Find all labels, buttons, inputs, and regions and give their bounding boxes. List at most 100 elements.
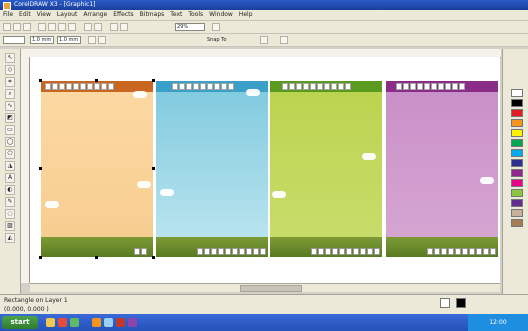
program-icon[interactable] bbox=[116, 318, 125, 327]
color-swatch[interactable] bbox=[511, 199, 523, 207]
color-swatch[interactable] bbox=[511, 119, 523, 127]
cloud-shape bbox=[137, 181, 151, 188]
menu-item-bitmaps[interactable]: Bitmaps bbox=[140, 11, 165, 18]
color-swatch[interactable] bbox=[511, 189, 523, 197]
color-swatch[interactable] bbox=[511, 169, 523, 177]
new-document-button[interactable] bbox=[3, 23, 11, 31]
smart-fill-tool-icon[interactable]: ◩ bbox=[5, 113, 15, 123]
outline-indicator-icon[interactable] bbox=[456, 298, 466, 308]
open-button[interactable] bbox=[13, 23, 21, 31]
copy-button[interactable] bbox=[58, 23, 66, 31]
color-swatch[interactable] bbox=[511, 139, 523, 147]
menu-item-help[interactable]: Help bbox=[239, 11, 253, 18]
menu-item-view[interactable]: View bbox=[37, 11, 51, 18]
color-swatch[interactable] bbox=[511, 129, 523, 137]
menu-bar: File Edit View Layout Arrange Effects Bitmaps T… bbox=[0, 10, 528, 21]
color-swatch[interactable] bbox=[511, 219, 523, 227]
app-icon bbox=[3, 2, 11, 10]
start-button[interactable]: start bbox=[2, 316, 38, 329]
eyedropper-tool-icon[interactable]: ✎ bbox=[5, 197, 15, 207]
design-page-green[interactable] bbox=[270, 81, 382, 257]
cloud-shape bbox=[480, 177, 494, 184]
cloud-shape bbox=[133, 91, 147, 98]
fill-tool-icon[interactable]: ▨ bbox=[5, 221, 15, 231]
color-swatch[interactable] bbox=[511, 89, 523, 97]
coreldraw-task-icon[interactable] bbox=[92, 318, 101, 327]
status-line-1: Rectangle on Layer 1 bbox=[4, 297, 68, 304]
ellipse-tool-icon[interactable]: ◯ bbox=[5, 137, 15, 147]
color-swatch[interactable] bbox=[511, 179, 523, 187]
options-button[interactable] bbox=[260, 36, 268, 44]
folder-icon[interactable] bbox=[46, 318, 55, 327]
text-tool-icon[interactable]: A bbox=[5, 173, 15, 183]
print-button[interactable] bbox=[38, 23, 46, 31]
y-position-field[interactable]: 1.0 mm bbox=[57, 36, 81, 44]
menu-item-text[interactable]: Text bbox=[170, 11, 182, 18]
paper-size-field[interactable] bbox=[3, 36, 25, 44]
menu-item-tools[interactable]: Tools bbox=[188, 11, 203, 18]
standard-toolbar: 29% bbox=[0, 21, 528, 34]
basic-shapes-tool-icon[interactable]: ◮ bbox=[5, 161, 15, 171]
application-launcher-button[interactable] bbox=[212, 23, 220, 31]
selection-handle[interactable] bbox=[95, 256, 98, 259]
cut-button[interactable] bbox=[48, 23, 56, 31]
selection-handle[interactable] bbox=[152, 79, 155, 82]
header-tiles bbox=[172, 83, 234, 90]
undo-button[interactable] bbox=[84, 23, 92, 31]
save-button[interactable] bbox=[23, 23, 31, 31]
design-page-purple[interactable] bbox=[386, 81, 498, 257]
design-page-orange[interactable] bbox=[41, 81, 153, 257]
window-title: CorelDRAW X3 - [Graphic1] bbox=[14, 1, 96, 8]
menu-item-layout[interactable]: Layout bbox=[57, 11, 77, 18]
selection-handle[interactable] bbox=[95, 79, 98, 82]
menu-item-window[interactable]: Window bbox=[209, 11, 233, 18]
zoom-level-field[interactable]: 29% bbox=[175, 23, 205, 31]
interactive-blend-tool-icon[interactable]: ◐ bbox=[5, 185, 15, 195]
selection-handle[interactable] bbox=[152, 167, 155, 170]
x-position-field[interactable]: 1.0 mm bbox=[30, 36, 54, 44]
selection-handle[interactable] bbox=[152, 256, 155, 259]
polygon-tool-icon[interactable]: ⬠ bbox=[5, 149, 15, 159]
shape-tool-icon[interactable]: ◇ bbox=[5, 65, 15, 75]
menu-item-effects[interactable]: Effects bbox=[113, 11, 133, 18]
selection-handle[interactable] bbox=[39, 79, 42, 82]
paste-button[interactable] bbox=[68, 23, 76, 31]
pick-tool-icon[interactable]: ↖ bbox=[5, 53, 15, 63]
freehand-tool-icon[interactable]: ∿ bbox=[5, 101, 15, 111]
color-swatch[interactable] bbox=[511, 99, 523, 107]
portrait-button[interactable] bbox=[88, 36, 96, 44]
nudge-button[interactable] bbox=[280, 36, 288, 44]
interactive-fill-tool-icon[interactable]: ◭ bbox=[5, 233, 15, 243]
header-tiles bbox=[45, 83, 114, 90]
snap-to-label[interactable]: Snap To bbox=[205, 36, 235, 44]
fill-indicator-icon[interactable] bbox=[440, 298, 450, 308]
horizontal-scrollbar[interactable] bbox=[30, 283, 500, 292]
redo-button[interactable] bbox=[94, 23, 102, 31]
landscape-button[interactable] bbox=[98, 36, 106, 44]
browser-icon[interactable] bbox=[104, 318, 113, 327]
program-icon[interactable] bbox=[128, 318, 137, 327]
color-swatch[interactable] bbox=[511, 109, 523, 117]
selection-handle[interactable] bbox=[39, 256, 42, 259]
menu-item-edit[interactable]: Edit bbox=[19, 11, 31, 18]
media-icon[interactable] bbox=[58, 318, 67, 327]
export-button[interactable] bbox=[120, 23, 128, 31]
color-swatch[interactable] bbox=[511, 159, 523, 167]
vertical-ruler[interactable] bbox=[21, 57, 30, 283]
color-swatch[interactable] bbox=[511, 149, 523, 157]
menu-item-arrange[interactable]: Arrange bbox=[83, 11, 107, 18]
color-swatch[interactable] bbox=[511, 209, 523, 217]
selection-handle[interactable] bbox=[39, 167, 42, 170]
zoom-tool-icon[interactable]: ⌕ bbox=[5, 89, 15, 99]
clock: 12:00 bbox=[489, 319, 507, 326]
app-icon[interactable] bbox=[70, 318, 79, 327]
crop-tool-icon[interactable]: ⌗ bbox=[5, 77, 15, 87]
design-page-blue[interactable] bbox=[156, 81, 268, 257]
outline-tool-icon[interactable]: ◌ bbox=[5, 209, 15, 219]
rectangle-tool-icon[interactable]: ▭ bbox=[5, 125, 15, 135]
menu-item-file[interactable]: File bbox=[3, 11, 13, 18]
scrollbar-thumb[interactable] bbox=[240, 285, 302, 292]
cloud-shape bbox=[362, 153, 376, 160]
import-button[interactable] bbox=[110, 23, 118, 31]
cloud-shape bbox=[160, 189, 174, 196]
